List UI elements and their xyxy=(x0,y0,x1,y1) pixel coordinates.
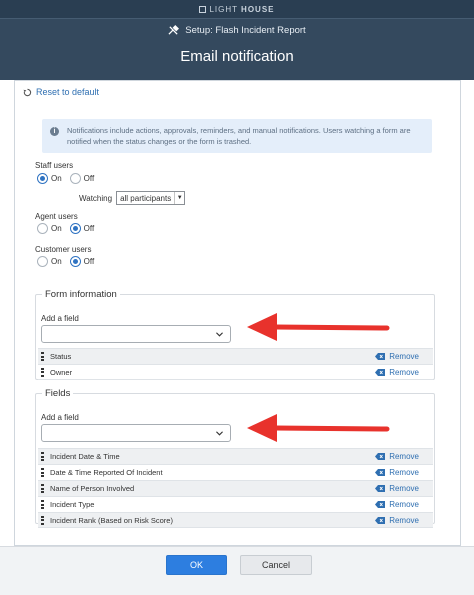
fields-section: Fields Add a field Incident Date & Time … xyxy=(35,388,435,528)
staff-users-off-radio[interactable] xyxy=(69,173,81,184)
info-icon: i xyxy=(50,127,59,136)
drag-handle-icon[interactable] xyxy=(41,468,44,477)
customer-users-radio-group: On Off xyxy=(37,256,94,267)
remove-button[interactable]: Remove xyxy=(375,500,419,509)
drag-handle-icon[interactable] xyxy=(41,515,44,525)
field-row[interactable]: Incident Rank (Based on Risk Score) Remo… xyxy=(38,512,433,528)
chevron-down-icon xyxy=(216,332,223,337)
form-info-field-list: Status Remove Owner Remove xyxy=(38,348,433,380)
backspace-icon xyxy=(375,453,386,460)
customer-users-label: Customer users xyxy=(35,245,92,254)
agent-users-off-label: Off xyxy=(83,224,95,233)
field-row-name: Status xyxy=(50,352,72,361)
form-info-add-field-dropdown[interactable] xyxy=(41,325,231,343)
fields-legend: Fields xyxy=(45,388,71,399)
chevron-down-icon xyxy=(216,431,223,436)
watching-label: Watching xyxy=(79,193,113,203)
drag-handle-icon[interactable] xyxy=(41,367,44,377)
agent-users-on-label: On xyxy=(51,224,62,233)
watching-select[interactable]: all participants ▼ xyxy=(116,191,186,205)
form-information-legend: Form information xyxy=(45,289,117,300)
agent-users-off-radio[interactable] xyxy=(69,223,81,234)
ok-button[interactable]: OK xyxy=(166,555,227,575)
backspace-icon xyxy=(375,469,386,476)
staff-users-off-label: Off xyxy=(83,174,95,183)
remove-button[interactable]: Remove xyxy=(375,368,419,377)
dialog-footer: OK Cancel xyxy=(0,546,474,595)
field-row[interactable]: Status Remove xyxy=(38,348,433,364)
tools-icon xyxy=(168,25,180,35)
customer-users-off-radio[interactable] xyxy=(69,256,81,267)
backspace-icon xyxy=(375,516,386,524)
backspace-icon xyxy=(375,353,386,360)
drag-handle-icon[interactable] xyxy=(41,484,44,493)
page-header: Setup: Flash Incident Report Email notif… xyxy=(0,18,474,80)
email-notification-dialog: Reset to default i Notifications include… xyxy=(14,80,461,546)
drag-handle-icon[interactable] xyxy=(41,352,44,361)
field-row[interactable]: Name of Person Involved Remove xyxy=(38,480,433,496)
agent-users-radio-group: On Off xyxy=(37,223,94,234)
customer-users-on-label: On xyxy=(51,257,62,266)
remove-label: Remove xyxy=(389,452,419,461)
drag-handle-icon[interactable] xyxy=(41,500,44,509)
reset-label: Reset to default xyxy=(36,87,100,97)
backspace-icon xyxy=(375,485,386,492)
reset-icon xyxy=(23,88,32,96)
select-arrow-icon: ▼ xyxy=(174,192,184,204)
field-row-name: Incident Date & Time xyxy=(50,452,120,461)
logo-mark-icon xyxy=(199,5,207,13)
reset-to-default-link[interactable]: Reset to default xyxy=(23,87,99,97)
drag-handle-icon[interactable] xyxy=(41,452,44,461)
remove-button[interactable]: Remove xyxy=(375,352,419,361)
backspace-icon xyxy=(375,501,386,508)
staff-users-radio-group: On Off xyxy=(37,173,94,184)
field-row[interactable]: Incident Type Remove xyxy=(38,496,433,512)
fields-field-list: Incident Date & Time Remove Date & Time … xyxy=(38,448,433,528)
form-info-add-field-label: Add a field xyxy=(41,314,79,323)
setup-label: Setup: Flash Incident Report xyxy=(185,25,306,36)
annotation-arrow-icon xyxy=(247,414,390,442)
field-row[interactable]: Incident Date & Time Remove xyxy=(38,448,433,464)
fields-add-field-label: Add a field xyxy=(41,413,79,422)
annotation-arrow-icon xyxy=(247,313,390,341)
staff-users-on-radio[interactable] xyxy=(37,173,48,184)
remove-label: Remove xyxy=(389,352,419,361)
lighthouse-logo: LIGHT HOUSE xyxy=(199,5,274,14)
cancel-button[interactable]: Cancel xyxy=(240,555,312,575)
staff-users-label: Staff users xyxy=(35,161,74,170)
field-row-name: Incident Type xyxy=(50,500,95,509)
logo-text-bold: HOUSE xyxy=(241,4,275,14)
remove-label: Remove xyxy=(389,484,419,493)
customer-users-on-radio[interactable] xyxy=(37,256,48,267)
remove-button[interactable]: Remove xyxy=(375,484,419,493)
remove-button[interactable]: Remove xyxy=(375,452,419,461)
fields-add-field-dropdown[interactable] xyxy=(41,424,231,442)
field-row-name: Date & Time Reported Of Incident xyxy=(50,468,163,477)
backspace-icon xyxy=(375,368,386,376)
agent-users-on-radio[interactable] xyxy=(37,223,48,234)
field-row-name: Name of Person Involved xyxy=(50,484,135,493)
remove-button[interactable]: Remove xyxy=(375,468,419,477)
field-row[interactable]: Owner Remove xyxy=(38,364,433,380)
field-row-name: Incident Rank (Based on Risk Score) xyxy=(50,515,173,525)
logo-text-light: LIGHT xyxy=(209,4,239,14)
customer-users-off-label: Off xyxy=(83,257,95,266)
setup-breadcrumb: Setup: Flash Incident Report xyxy=(0,25,474,36)
page-title: Email notification xyxy=(180,48,294,65)
staff-users-on-label: On xyxy=(51,174,62,183)
top-bar: LIGHT HOUSE xyxy=(0,0,474,18)
field-row[interactable]: Date & Time Reported Of Incident Remove xyxy=(38,464,433,480)
watching-value: all participants xyxy=(120,193,172,203)
info-text: Notifications include actions, approvals… xyxy=(67,126,411,146)
remove-label: Remove xyxy=(389,468,419,477)
agent-users-label: Agent users xyxy=(35,212,78,221)
remove-label: Remove xyxy=(389,515,419,525)
field-row-name: Owner xyxy=(50,367,73,377)
remove-label: Remove xyxy=(389,367,419,377)
remove-label: Remove xyxy=(389,500,419,509)
info-notice: i Notifications include actions, approva… xyxy=(42,119,432,153)
remove-button[interactable]: Remove xyxy=(375,516,419,525)
watching-row: Watching all participants ▼ xyxy=(79,191,186,205)
